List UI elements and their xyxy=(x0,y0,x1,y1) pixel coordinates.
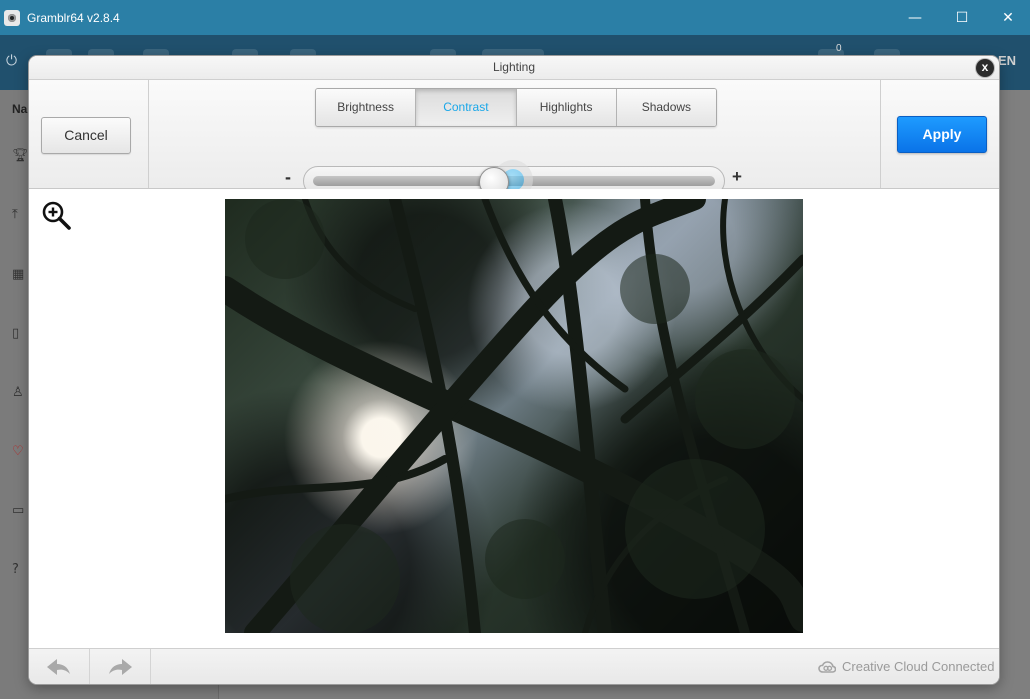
bookmark-icon[interactable]: ▯ xyxy=(12,326,28,342)
cloud-status-text: Creative Cloud Connected xyxy=(842,659,995,674)
heart-icon[interactable]: ♡ xyxy=(12,444,28,460)
window-title: Gramblr64 v2.8.4 xyxy=(27,11,120,25)
tab-highlights[interactable]: Highlights xyxy=(516,89,617,126)
photo-preview xyxy=(225,199,803,633)
tab-contrast[interactable]: Contrast xyxy=(416,89,517,126)
redo-arrow-icon xyxy=(109,659,132,675)
notification-count: 0 xyxy=(836,43,842,54)
power-icon[interactable]: ⏻ xyxy=(6,53,17,69)
image-canvas xyxy=(29,189,999,648)
dialog-close-button[interactable]: x xyxy=(976,59,994,77)
calendar-icon[interactable]: ▦ xyxy=(12,267,28,283)
cloud-status: Creative Cloud Connected xyxy=(818,659,994,674)
redo-button[interactable] xyxy=(90,649,151,684)
zoom-in-icon[interactable] xyxy=(40,199,72,231)
slider-minus-label: - xyxy=(285,167,291,187)
undo-button[interactable] xyxy=(29,649,90,684)
window-close-button[interactable]: ✕ xyxy=(985,5,1030,31)
sidebar-title: Na xyxy=(12,102,28,116)
slider-plus-label: + xyxy=(732,167,742,186)
language-indicator[interactable]: EN xyxy=(998,53,1016,68)
tab-brightness[interactable]: Brightness xyxy=(316,89,417,126)
tree-branches-image xyxy=(225,199,803,633)
window-titlebar: Gramblr64 v2.8.4 — ☐ ✕ xyxy=(0,0,1030,35)
dialog-header: Lighting xyxy=(29,56,999,80)
adjustment-tabs: Brightness Contrast Highlights Shadows xyxy=(315,88,717,127)
trophy-icon[interactable]: 🏆︎ xyxy=(12,148,29,164)
dialog-title: Lighting xyxy=(492,60,536,74)
wallet-icon[interactable]: ▭ xyxy=(12,503,28,519)
user-icon[interactable]: ♙ xyxy=(12,385,28,401)
lighting-toolbar: Cancel Brightness Contrast Highlights Sh… xyxy=(29,80,999,200)
upload-icon[interactable]: ⤒ xyxy=(12,207,28,223)
maximize-button[interactable]: ☐ xyxy=(939,5,985,31)
toolbar-divider-left xyxy=(148,80,149,188)
tab-shadows[interactable]: Shadows xyxy=(616,89,716,126)
cancel-button[interactable]: Cancel xyxy=(41,117,131,154)
lighting-dialog: Lighting x Cancel Brightness Contrast Hi… xyxy=(29,56,999,684)
dialog-footer: Creative Cloud Connected xyxy=(29,648,999,684)
minimize-button[interactable]: — xyxy=(892,5,938,31)
app-camera-icon xyxy=(4,10,20,26)
undo-arrow-icon xyxy=(47,659,70,675)
toolbar-divider-right xyxy=(880,80,881,188)
apply-button[interactable]: Apply xyxy=(897,116,987,153)
help-icon[interactable]: ? xyxy=(12,562,28,578)
creative-cloud-icon xyxy=(818,660,836,673)
